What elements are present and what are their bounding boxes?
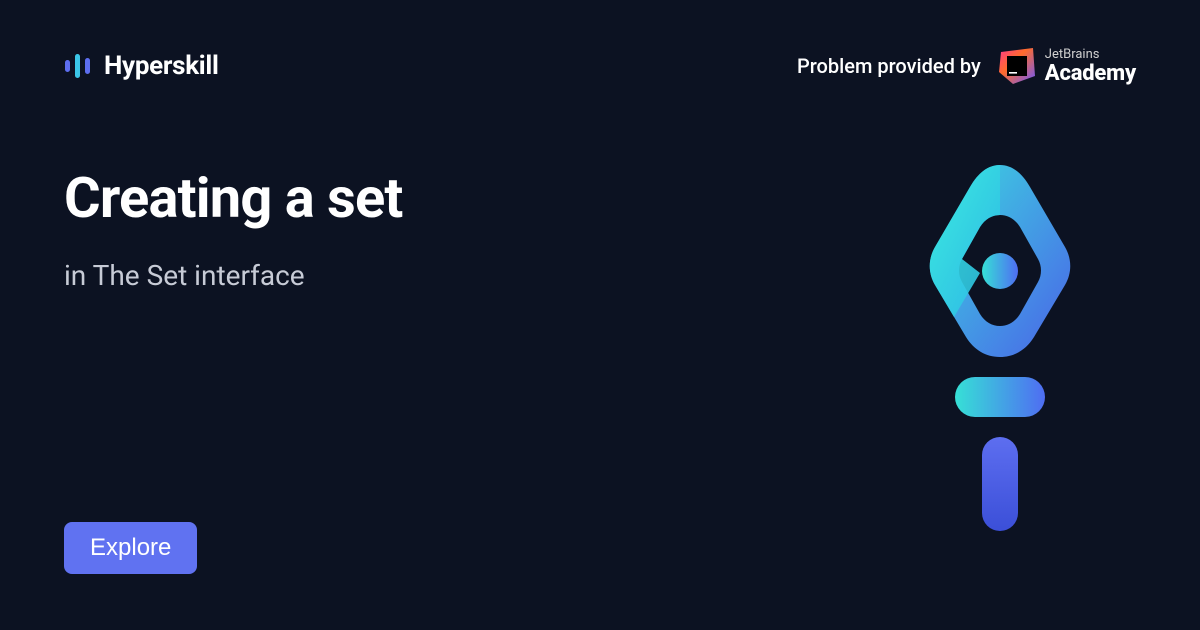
page-subtitle: in The Set interface xyxy=(64,259,403,292)
provider-text: Problem provided by xyxy=(797,54,981,78)
jetbrains-logo-icon xyxy=(999,48,1035,84)
header: Hyperskill Problem provided by JetBrains… xyxy=(0,0,1200,85)
brand-name: Hyperskill xyxy=(104,51,219,81)
provider: Problem provided by JetBrains Academy xyxy=(797,48,1136,85)
page-title: Creating a set xyxy=(64,165,403,231)
explore-button[interactable]: Explore xyxy=(64,522,197,574)
provider-brand-bottom: Academy xyxy=(1045,62,1136,85)
brand: Hyperskill xyxy=(64,51,219,81)
provider-brand: JetBrains Academy xyxy=(1045,48,1136,85)
hero-illustration-icon xyxy=(900,165,1100,535)
provider-logo: JetBrains Academy xyxy=(999,48,1136,85)
content: Creating a set in The Set interface xyxy=(64,165,403,292)
hyperskill-logo-icon xyxy=(64,52,92,80)
provider-brand-top: JetBrains xyxy=(1045,48,1136,62)
